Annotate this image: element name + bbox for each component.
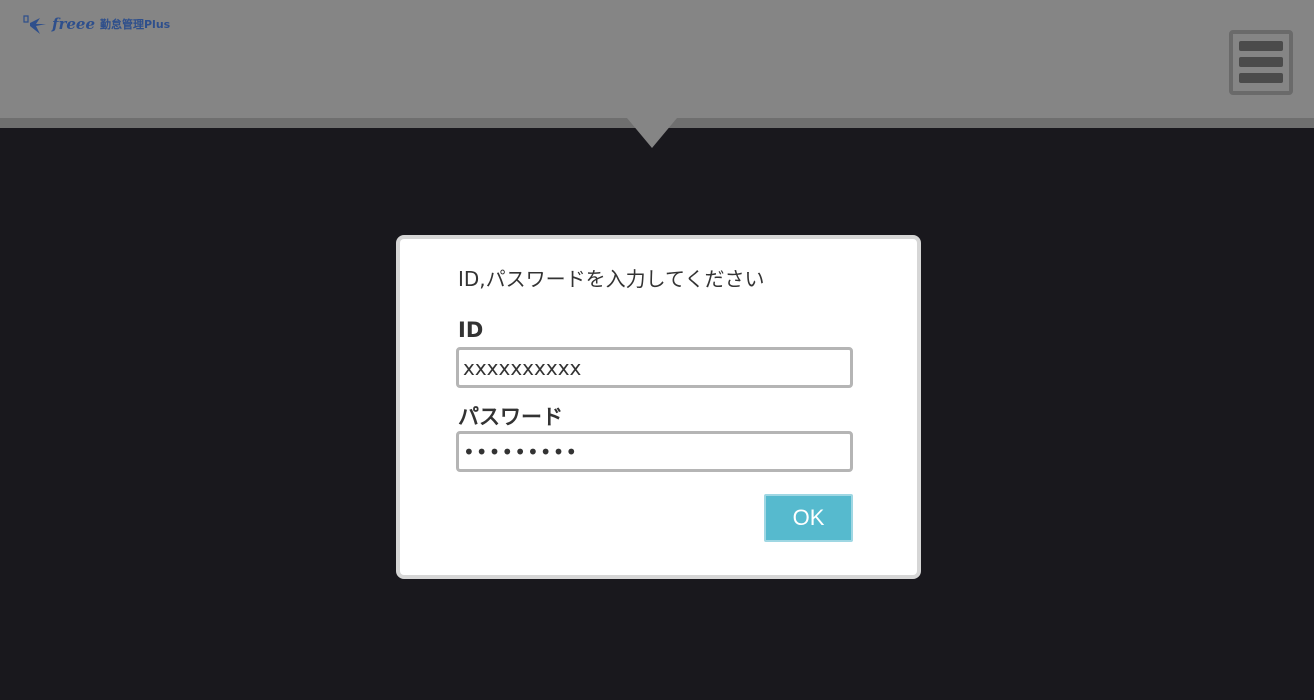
header-pointer-arrow (627, 118, 677, 148)
app-header (0, 0, 1314, 118)
id-label: ID (458, 318, 484, 342)
logo-brand-text: freee (51, 15, 95, 33)
logo-product-text: 勤怠管理Plus (100, 18, 171, 31)
login-dialog: ID,パスワードを入力してください ID パスワード OK (396, 235, 921, 579)
password-label: パスワード (458, 405, 563, 429)
hamburger-menu-button[interactable] (1229, 30, 1293, 95)
freee-logo-icon: freee (23, 15, 95, 34)
ok-button[interactable]: OK (764, 494, 853, 542)
menu-bar-top (1239, 41, 1283, 51)
id-input[interactable] (456, 347, 853, 388)
menu-bar-middle (1239, 57, 1283, 67)
app-logo: freee 勤怠管理Plus (22, 10, 170, 38)
password-input[interactable] (456, 431, 853, 472)
menu-bar-bottom (1239, 73, 1283, 83)
login-instruction: ID,パスワードを入力してください (458, 267, 765, 291)
